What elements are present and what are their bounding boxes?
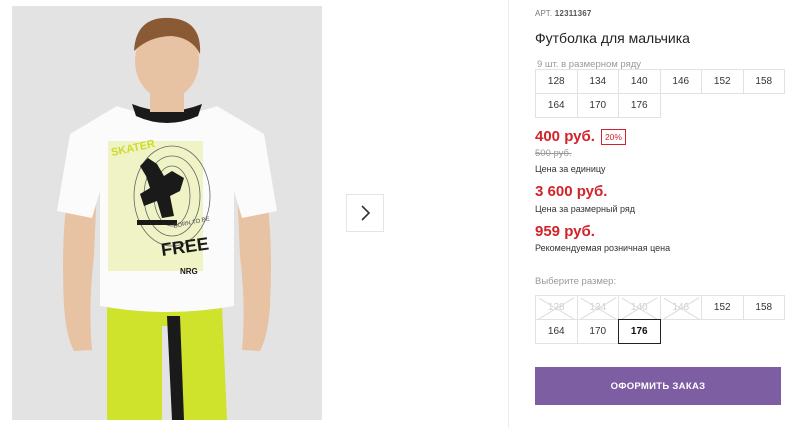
chevron-right-icon [361, 205, 371, 221]
article-value: 12311367 [554, 9, 592, 18]
column-divider [508, 0, 509, 428]
size-select-label: Выберите размер: [535, 276, 617, 287]
size-row-cell: 128 [535, 69, 578, 94]
size-row-cell: 164 [535, 93, 578, 118]
size-row-cell: 140 [618, 69, 661, 94]
old-price: 500 руб. [535, 148, 572, 159]
size-option-unavailable: 134 [576, 295, 619, 320]
discount-badge: 20% [600, 128, 626, 145]
size-row-cell: 152 [701, 69, 744, 94]
row-price-caption: Цена за размерный ряд [535, 204, 636, 214]
unit-price-caption: Цена за единицу [535, 164, 606, 174]
place-order-button[interactable]: ОФОРМИТЬ ЗАКАЗ [535, 367, 781, 405]
rrp-caption: Рекомендуемая розничная цена [535, 243, 671, 253]
product-gallery: SKATER BORN TO BE FREE NRG [0, 0, 508, 428]
boy-in-tshirt-image: SKATER BORN TO BE FREE NRG [12, 6, 322, 420]
size-selector: 128 134 140 146 152 158 164 170 176 [535, 295, 785, 344]
size-row-grid: 128 134 140 146 152 158 164 170 176 [535, 69, 785, 118]
size-row-cell: 176 [618, 93, 661, 118]
size-row-cell: 134 [576, 69, 619, 94]
size-option-unavailable: 140 [618, 295, 661, 320]
size-row-cell: 146 [659, 69, 702, 94]
current-price: 400 руб. [535, 128, 595, 145]
size-option-selected[interactable]: 176 [618, 319, 661, 344]
product-title: Футболка для мальчика [535, 30, 690, 46]
print-brand-text: NRG [180, 267, 198, 276]
unit-price: 400 руб. 20% [535, 128, 626, 145]
size-row-cell: 158 [742, 69, 785, 94]
size-option[interactable]: 170 [576, 319, 619, 344]
size-option[interactable]: 152 [701, 295, 744, 320]
size-option-unavailable: 128 [535, 295, 578, 320]
size-row-cell: 170 [576, 93, 619, 118]
rrp-price: 959 руб. [535, 223, 595, 240]
next-image-button[interactable] [346, 194, 384, 232]
article-label: АРТ. [535, 9, 553, 18]
product-photo[interactable]: SKATER BORN TO BE FREE NRG [12, 6, 322, 420]
article-number: АРТ. 12311367 [535, 9, 592, 18]
size-option[interactable]: 164 [535, 319, 578, 344]
row-price: 3 600 руб. [535, 183, 608, 200]
size-option[interactable]: 158 [742, 295, 785, 320]
size-option-unavailable: 146 [659, 295, 702, 320]
